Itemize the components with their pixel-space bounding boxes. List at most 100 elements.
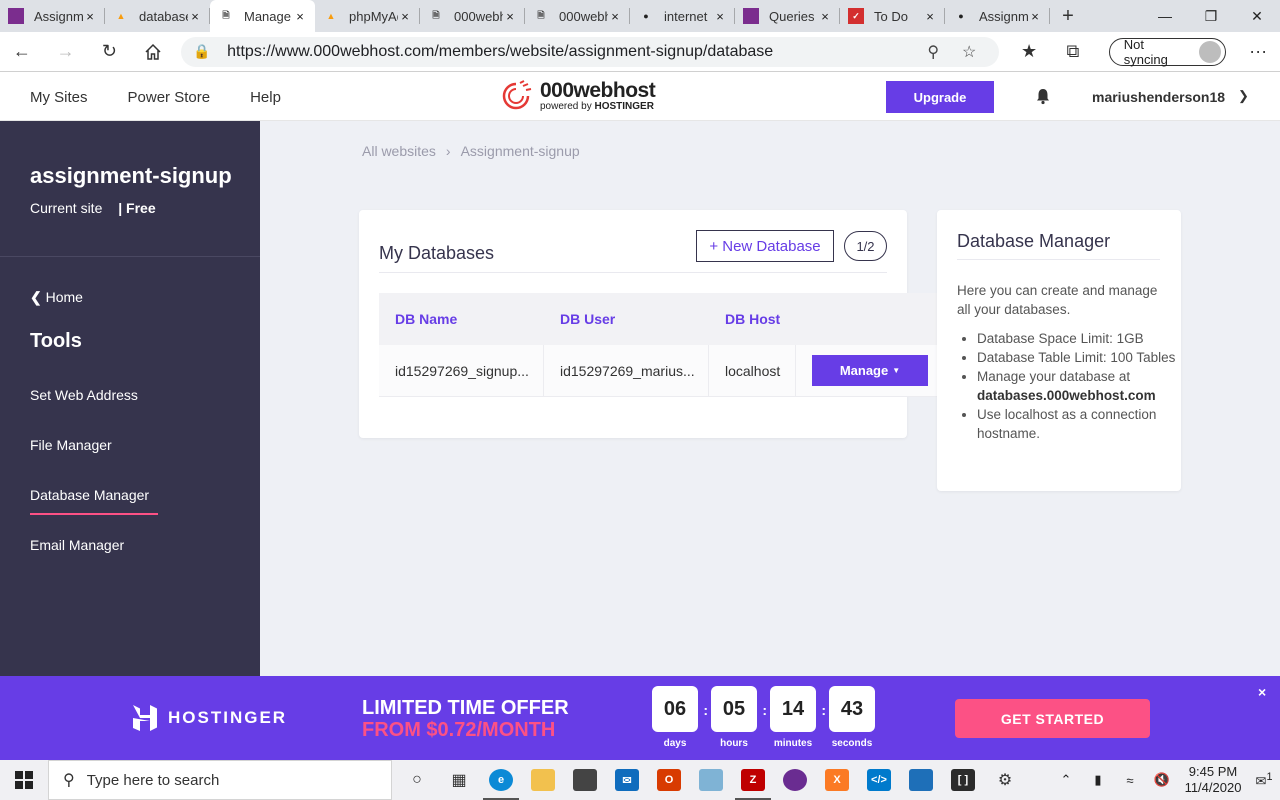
minimize-icon[interactable]: — (1142, 0, 1188, 32)
back-button[interactable]: ← (0, 32, 44, 72)
close-tab-icon[interactable]: × (83, 9, 97, 24)
restore-icon[interactable]: ❐ (1188, 0, 1234, 32)
countdown-label: minutes (773, 738, 813, 749)
cortana-icon[interactable]: ○ (396, 760, 438, 800)
battery-icon[interactable]: ▮ (1082, 772, 1114, 788)
mail-icon[interactable]: ✉ (606, 760, 648, 800)
window-controls: — ❐ ✕ (1142, 0, 1280, 32)
forward-button[interactable]: → (44, 32, 88, 72)
new-database-button[interactable]: + New Database (696, 230, 834, 262)
collections-icon[interactable]: ⧉ (1051, 32, 1095, 72)
start-button[interactable] (0, 760, 48, 800)
edge-icon[interactable]: e (480, 760, 522, 800)
browser-tab[interactable]: 🗎 000webhost× (420, 0, 525, 32)
browser-tab[interactable]: ✓ To Do × (840, 0, 945, 32)
browser-tab[interactable]: Queries × (735, 0, 840, 32)
system-tray: ⌃ ▮ ≈ 🔇 9:45 PM 11/4/2020 ✉1 (1050, 760, 1280, 800)
sidebar-item-file-manager[interactable]: File Manager (30, 437, 112, 453)
card-divider (379, 272, 887, 273)
bell-icon[interactable] (1034, 87, 1052, 105)
settings-gear-icon[interactable]: ⚙ (984, 760, 1026, 800)
photos-icon[interactable] (900, 760, 942, 800)
close-tab-icon[interactable]: × (1028, 9, 1042, 24)
favorite-star-icon[interactable]: ☆ (951, 42, 987, 62)
info-divider (957, 259, 1160, 260)
browser-tab[interactable]: 🗎 Manage × (210, 0, 315, 32)
volume-muted-icon[interactable]: 🔇 (1146, 772, 1178, 788)
xampp-icon[interactable]: X (816, 760, 858, 800)
close-tab-icon[interactable]: × (503, 9, 517, 24)
caret-down-icon: ▼ (892, 366, 901, 375)
store-icon[interactable] (564, 760, 606, 800)
taskbar-search-input[interactable]: ⚲ Type here to search (48, 760, 392, 800)
close-window-icon[interactable]: ✕ (1234, 0, 1280, 32)
tab-title: Assignment (34, 8, 83, 24)
brackets-icon[interactable]: [ ] (942, 760, 984, 800)
notification-icon[interactable]: ✉1 (1248, 771, 1280, 789)
browser-tab[interactable]: ▲ phpMyAdmin× (315, 0, 420, 32)
close-tab-icon[interactable]: × (923, 9, 937, 24)
app-icon[interactable] (774, 760, 816, 800)
get-started-button[interactable]: GET STARTED (955, 699, 1150, 738)
username[interactable]: mariushenderson18 (1092, 89, 1225, 105)
info-bullet-link[interactable]: databases.000webhost.com (977, 388, 1156, 403)
sidebar-divider (0, 256, 260, 257)
refresh-button[interactable]: ↻ (88, 32, 132, 72)
sidebar-home-link[interactable]: ❮ Home (30, 289, 83, 306)
close-tab-icon[interactable]: × (293, 9, 307, 24)
lock-icon: 🔒 (193, 43, 211, 59)
hostinger-logo-icon (133, 705, 157, 731)
info-bullet: Database Space Limit: 1GB (977, 329, 1177, 348)
todo-icon: ✓ (848, 8, 864, 24)
tab-title: phpMyAdmin (349, 8, 398, 24)
upgrade-button[interactable]: Upgrade (886, 81, 994, 113)
breadcrumb-root[interactable]: All websites (362, 143, 436, 159)
logo[interactable]: 000webhost powered by HOSTINGER (498, 80, 656, 112)
file-explorer-icon[interactable] (522, 760, 564, 800)
favorites-icon[interactable]: ★ (1007, 32, 1051, 72)
nav-link-power-store[interactable]: Power Store (128, 89, 211, 106)
promo-banner: HOSTINGER LIMITED TIME OFFER FROM $0.72/… (0, 676, 1280, 760)
office-icon[interactable]: O (648, 760, 690, 800)
browser-tab[interactable]: Assignment× (0, 0, 105, 32)
nav-link-my-sites[interactable]: My Sites (30, 89, 88, 106)
task-view-icon[interactable]: ▦ (438, 760, 480, 800)
notepad-icon[interactable] (690, 760, 732, 800)
close-tab-icon[interactable]: × (818, 9, 832, 24)
home-label: Home (45, 289, 83, 305)
close-tab-icon[interactable]: × (188, 9, 202, 24)
manage-button[interactable]: Manage ▼ (812, 355, 928, 386)
profile-sync-button[interactable]: Not syncing (1108, 37, 1227, 67)
countdown-separator: : (762, 702, 767, 718)
chevron-up-icon[interactable]: ⌃ (1050, 772, 1082, 788)
manage-label: Manage (839, 363, 889, 378)
sidebar-item-email-manager[interactable]: Email Manager (30, 537, 124, 553)
filezilla-icon[interactable]: Z (732, 760, 774, 800)
browser-tab[interactable]: 🗎 000webhost× (525, 0, 630, 32)
sidebar-item-database-manager[interactable]: Database Manager (30, 487, 159, 515)
wifi-icon[interactable]: ≈ (1114, 773, 1146, 788)
countdown-value: 06 (652, 686, 698, 732)
column-header: DB Host (725, 311, 781, 327)
key-icon[interactable]: ⚲ (915, 42, 951, 62)
database-count-badge: 1/2 (844, 231, 887, 261)
home-button[interactable] (131, 32, 175, 72)
nav-link-help[interactable]: Help (250, 89, 281, 106)
hostinger-logo[interactable]: HOSTINGER (132, 704, 287, 732)
tab-title: 000webhost (454, 8, 503, 24)
close-promo-icon[interactable]: × (1258, 684, 1266, 700)
browser-tab[interactable]: ● Assignment× (945, 0, 1050, 32)
new-tab-button[interactable]: + (1050, 0, 1086, 32)
url-field[interactable]: 🔒 https://www.000webhost.com/members/web… (181, 36, 1000, 67)
close-tab-icon[interactable]: × (713, 9, 727, 24)
close-tab-icon[interactable]: × (608, 9, 622, 24)
browser-tab[interactable]: ▲ database × (105, 0, 210, 32)
more-menu-icon[interactable]: ··· (1236, 32, 1280, 72)
browser-tab[interactable]: ● internet × (630, 0, 735, 32)
vscode-icon[interactable]: </> (858, 760, 900, 800)
chevron-down-icon[interactable]: ❯ (1238, 88, 1249, 104)
hostinger-brand: HOSTINGER (168, 708, 288, 727)
sidebar-item-set-web-address[interactable]: Set Web Address (30, 387, 138, 403)
close-tab-icon[interactable]: × (398, 9, 412, 24)
clock[interactable]: 9:45 PM 11/4/2020 (1178, 764, 1248, 796)
